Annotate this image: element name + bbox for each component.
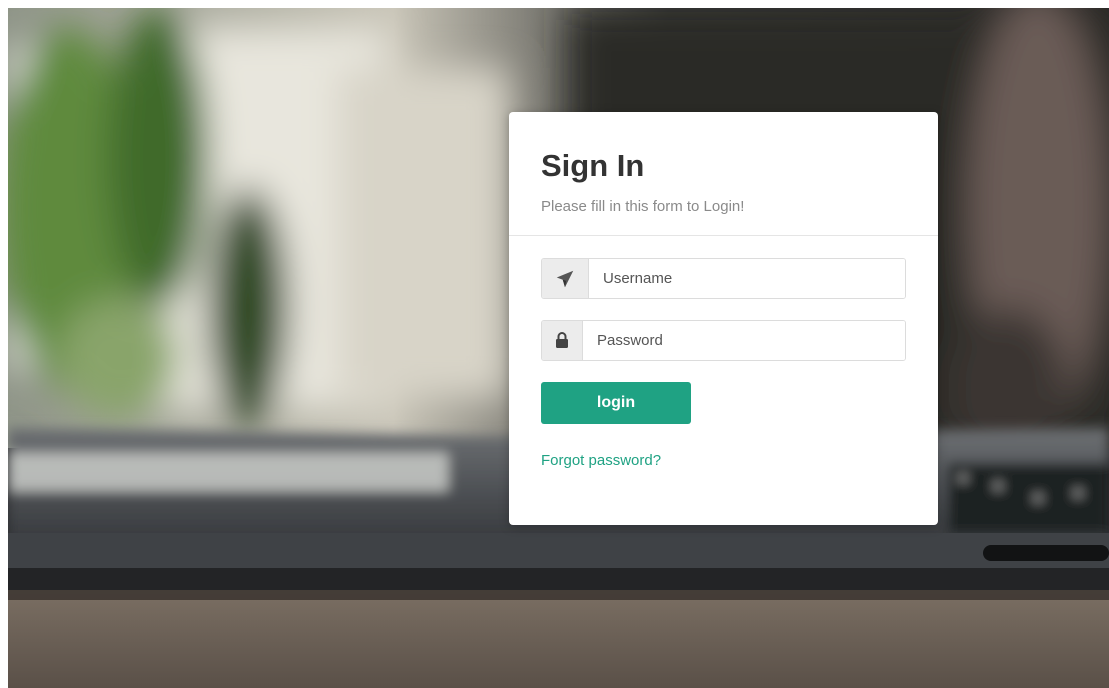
paper-plane-icon: [556, 270, 574, 287]
page-title: Sign In: [541, 148, 645, 183]
login-card: Sign In Please fill in this form to Logi…: [509, 112, 938, 525]
username-addon: [542, 259, 589, 298]
forgot-password-link[interactable]: Forgot password?: [541, 452, 661, 469]
username-input[interactable]: [589, 259, 905, 298]
password-input-group: [541, 320, 906, 361]
password-addon: [542, 321, 583, 360]
lock-icon: [556, 332, 568, 348]
login-button[interactable]: login: [541, 382, 691, 424]
login-card-body: login Forgot password?: [509, 236, 938, 470]
login-card-header: Sign In Please fill in this form to Logi…: [509, 112, 938, 236]
page-frame: Sign In Please fill in this form to Logi…: [8, 8, 1109, 688]
username-input-group: [541, 258, 906, 299]
form-subtitle: Please fill in this form to Login!: [541, 198, 745, 215]
password-input[interactable]: [583, 321, 905, 360]
